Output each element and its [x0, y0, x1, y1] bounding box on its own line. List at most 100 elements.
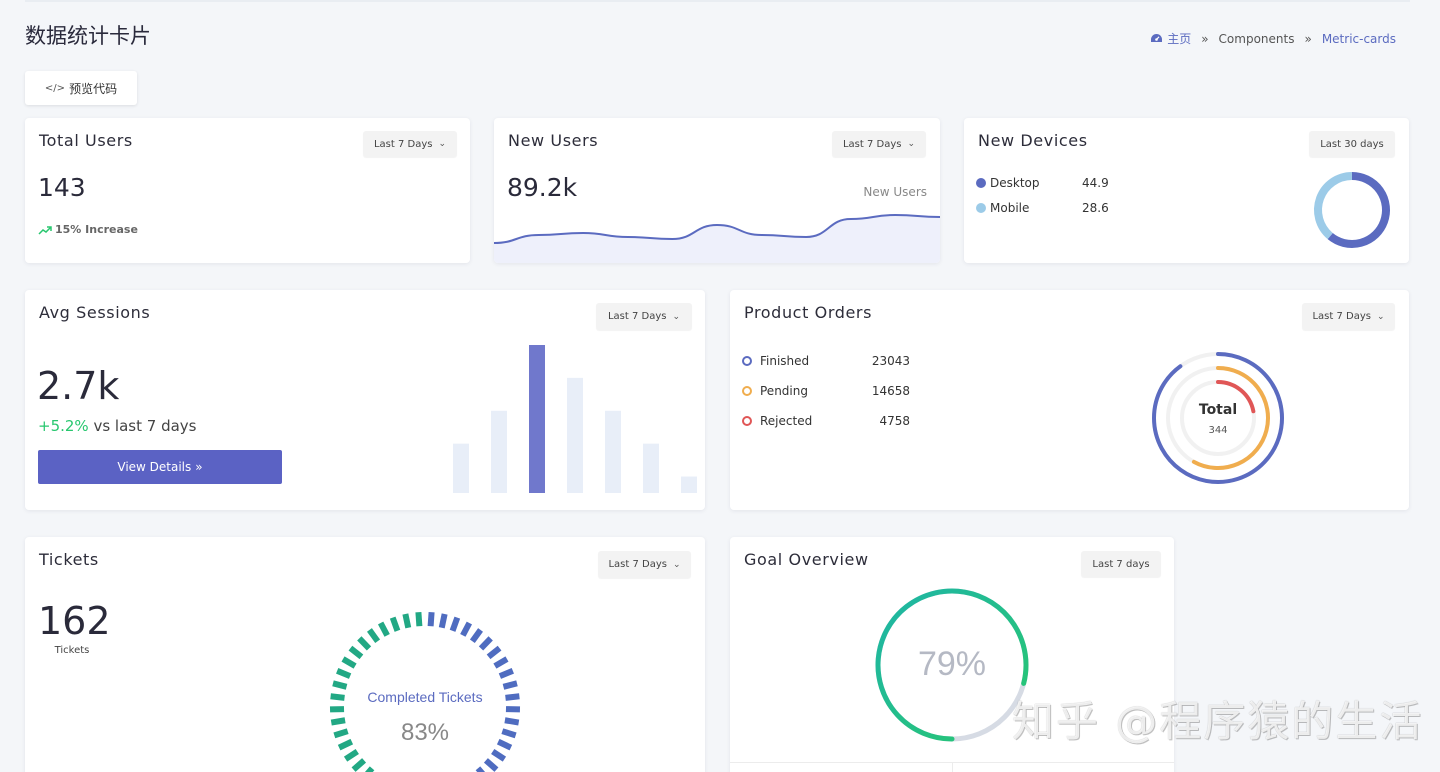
series-label: New Users	[863, 185, 927, 199]
total-users-card: Total Users Last 7 Days ⌄ 143 15% Increas…	[25, 118, 470, 263]
change-row: +5.2% vs last 7 days	[38, 417, 196, 435]
range-dropdown[interactable]: Last 7 Days ⌄	[363, 131, 457, 157]
product-orders-card: Product Orders Last 7 Days ⌄ Finished 230…	[730, 290, 1409, 510]
range-dropdown[interactable]: Last 7 Days ⌄	[598, 551, 691, 578]
metric-value: 2.7k	[37, 364, 120, 408]
gauge-tick	[498, 668, 514, 679]
trending-up-icon	[38, 225, 52, 235]
change-suffix: vs last 7 days	[93, 417, 197, 435]
gauge-tick	[351, 758, 367, 772]
session-bar	[567, 377, 583, 493]
desktop-dot	[976, 178, 986, 188]
gauge-tick	[438, 613, 448, 629]
legend-label: Finished	[760, 354, 810, 368]
gauge-value: 83%	[400, 719, 450, 746]
gauge-tick	[341, 656, 357, 669]
card-title: Total Users	[39, 131, 133, 150]
range-label: Last 7 Days	[842, 138, 902, 150]
range-label: Last 7 days	[1092, 558, 1150, 570]
card-title: New Devices	[978, 131, 1088, 150]
devices-donut-chart	[1314, 172, 1390, 248]
gauge-tick	[377, 621, 390, 637]
range-dropdown[interactable]: Last 7 Days ⌄	[832, 131, 926, 157]
new-users-card: New Users Last 7 Days ⌄ 89.2k New Users	[494, 118, 940, 263]
metric-caption: Tickets	[54, 645, 90, 656]
change-label: 15% Increase	[55, 223, 138, 236]
legend-value: 23043	[871, 354, 910, 368]
gauge-tick	[486, 645, 502, 660]
gauge-tick	[348, 645, 364, 660]
gauge-tick	[336, 668, 352, 679]
metric-value: 89.2k	[507, 173, 578, 202]
double-chevron-right-icon: »	[195, 460, 203, 474]
gauge-tick	[357, 636, 372, 651]
orders-center-value: 344	[1208, 425, 1228, 436]
preview-code-label: 预览代码	[69, 81, 118, 96]
gauge-tick	[493, 656, 509, 669]
device-legend-mobile: Mobile 28.6	[976, 201, 1109, 215]
gauge-tick	[502, 680, 518, 690]
gauge-tick	[343, 748, 359, 762]
card-title: Product Orders	[744, 303, 873, 322]
breadcrumb-separator-icon: »	[1304, 31, 1312, 46]
radial-bar-finished	[1152, 352, 1284, 484]
range-label: Last 7 Days	[373, 138, 433, 150]
gauge-tick	[460, 621, 473, 637]
chevron-down-icon: ⌄	[438, 139, 447, 149]
range-dropdown[interactable]: Last 7 Days ⌄	[596, 303, 692, 330]
session-bar	[491, 410, 507, 493]
change-percent: +5.2%	[38, 417, 89, 435]
chevron-down-icon: ⌄	[1376, 311, 1385, 322]
session-bar	[643, 443, 659, 493]
gauge-tick	[364, 766, 375, 772]
sparkline-area	[494, 215, 940, 263]
avg-sessions-card: Avg Sessions Last 7 Days ⌄ 2.7k +5.2% vs …	[25, 290, 705, 510]
legend-value: 28.6	[1082, 201, 1109, 215]
gauge-tick	[389, 616, 401, 632]
gauge-tick	[483, 758, 499, 772]
legend-value: 14658	[871, 384, 910, 398]
breadcrumb-item-components[interactable]: Components	[1219, 32, 1295, 46]
dashboard-icon	[1151, 34, 1163, 42]
finished-ring-icon	[742, 356, 752, 366]
preview-code-button[interactable]: </> 预览代码	[25, 71, 137, 105]
goal-overview-card: Goal Overview Last 7 days 79%	[730, 537, 1174, 772]
legend-label: Rejected	[760, 414, 813, 428]
session-bar	[453, 443, 469, 493]
breadcrumb-item-metric-cards: Metric-cards	[1321, 31, 1396, 46]
breadcrumb-home-label: 主页	[1167, 32, 1192, 46]
new-users-sparkline	[494, 213, 940, 263]
pending-ring-icon	[742, 386, 752, 396]
session-bar	[681, 476, 697, 493]
range-dropdown[interactable]: Last 30 days	[1309, 131, 1395, 157]
gauge-tick	[475, 766, 486, 772]
goal-percent: 79%	[917, 645, 987, 683]
gauge-tick	[491, 748, 507, 762]
view-details-label: View Details	[117, 460, 192, 474]
new-devices-card: New Devices Last 30 days Desktop 44.9 Mo…	[964, 118, 1409, 263]
rejected-ring-icon	[742, 416, 752, 426]
gauge-tick	[332, 680, 348, 690]
donut-slice-mobile	[1314, 172, 1353, 240]
view-details-button[interactable]: View Details »	[38, 450, 282, 484]
sessions-bar-chart	[453, 345, 697, 493]
gauge-tick	[402, 613, 412, 629]
range-label: Last 7 Days	[1312, 311, 1371, 322]
mobile-dot	[976, 203, 986, 213]
gauge-tick	[367, 628, 381, 644]
breadcrumb-home[interactable]: 主页	[1150, 30, 1191, 47]
range-label: Last 7 Days	[608, 559, 667, 570]
device-legend-desktop: Desktop 44.9	[976, 176, 1109, 190]
orders-legend-finished: Finished 23043	[742, 354, 910, 368]
card-title: Tickets	[39, 550, 99, 569]
donut-slice-desktop	[1327, 172, 1390, 248]
top-divider	[25, 0, 1410, 2]
chevron-down-icon: ⌄	[672, 311, 681, 322]
breadcrumb-separator-icon: »	[1201, 31, 1209, 46]
gauge-tick	[469, 628, 483, 644]
gauge-label: Completed Tickets	[367, 689, 483, 705]
legend-label: Pending	[760, 384, 808, 398]
card-title: Avg Sessions	[39, 303, 151, 322]
range-dropdown[interactable]: Last 7 Days ⌄	[1302, 303, 1395, 330]
range-dropdown[interactable]: Last 7 days	[1081, 551, 1161, 577]
